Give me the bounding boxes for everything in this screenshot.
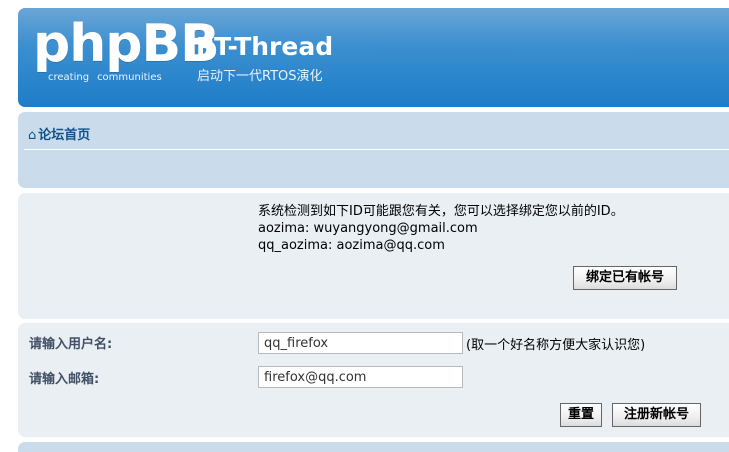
logo-tagline-left: creating: [48, 72, 90, 83]
navbar-divider: [24, 149, 729, 150]
notice-message: 系统检测到如下ID可能跟您有关，您可以选择绑定您以前的ID。: [258, 204, 624, 219]
footer-navbar: [18, 442, 729, 452]
site-header: phpBB ® creating communities RT-Thread 启动…: [18, 8, 729, 107]
notice-text: 系统检测到如下ID可能跟您有关，您可以选择绑定您以前的ID。 aozima: w…: [258, 203, 624, 254]
navbar: ⌂ 论坛首页: [18, 112, 729, 188]
page: phpBB ® creating communities RT-Thread 启动…: [0, 0, 729, 452]
register-form-panel: 请输入用户名: (取一个好名称方便大家认识您) 请输入邮箱: 重置 注册新帐号: [18, 323, 729, 437]
reset-button[interactable]: 重置: [560, 403, 602, 427]
username-hint: (取一个好名称方便大家认识您): [466, 338, 646, 353]
logo-tagline-right: communities: [97, 72, 162, 83]
home-icon: ⌂: [28, 128, 37, 143]
phpbb-logo[interactable]: phpBB ® creating communities: [33, 14, 220, 90]
email-input[interactable]: [258, 366, 463, 388]
username-input[interactable]: [258, 332, 463, 354]
register-new-account-button[interactable]: 注册新帐号: [612, 403, 701, 427]
breadcrumb-home-label: 论坛首页: [38, 128, 91, 143]
account-notice-panel: 系统检测到如下ID可能跟您有关，您可以选择绑定您以前的ID。 aozima: w…: [18, 193, 729, 319]
logo-tagline: creating communities: [48, 72, 162, 83]
breadcrumb-home[interactable]: ⌂ 论坛首页: [28, 124, 90, 143]
account-entry-2: qq_aozima: aozima@qq.com: [258, 238, 445, 253]
site-description: 启动下一代RTOS演化: [197, 69, 323, 84]
email-label: 请输入邮箱:: [29, 372, 100, 387]
site-title: RT-Thread: [196, 32, 334, 61]
account-entry-1: aozima: wuyangyong@gmail.com: [258, 221, 478, 236]
bind-existing-account-button[interactable]: 绑定已有帐号: [573, 266, 677, 290]
username-label: 请输入用户名:: [29, 337, 113, 352]
